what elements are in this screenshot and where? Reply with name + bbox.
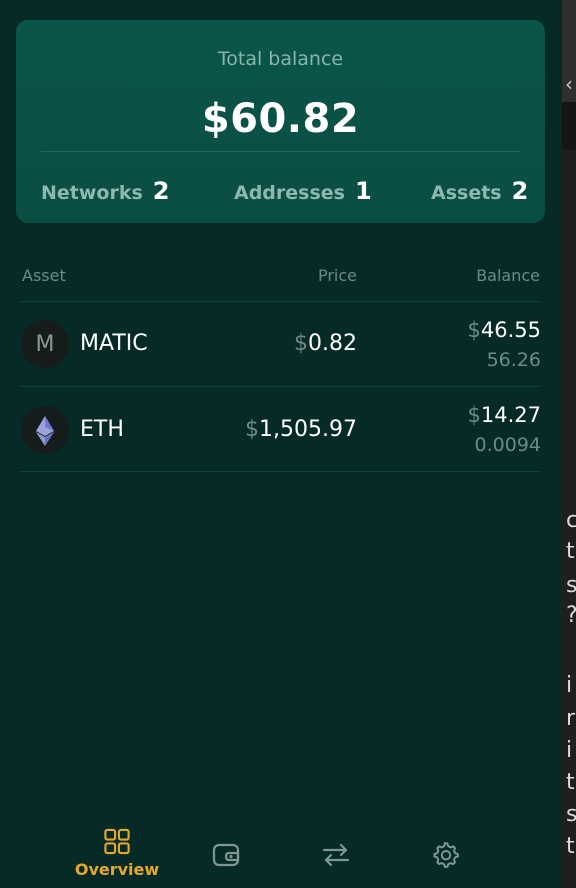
networks-label: Networks xyxy=(41,182,143,204)
assets-value: 2 xyxy=(511,177,529,205)
asset-column-header: Asset xyxy=(22,266,66,285)
eth-diamond-icon xyxy=(36,416,54,446)
chevron-left-icon[interactable]: ‹ xyxy=(565,74,573,94)
asset-balance-amount: 56.26 xyxy=(486,349,541,371)
background-window-tab xyxy=(562,102,576,150)
asset-balance-value: $46.55 xyxy=(430,318,542,342)
addresses-stat[interactable]: Addresses 1 xyxy=(234,177,372,205)
assets-label: Assets xyxy=(431,182,502,204)
price-currency: $ xyxy=(245,417,260,442)
matic-icon-letter: M xyxy=(35,331,55,357)
table-divider xyxy=(20,386,541,387)
background-text: t xyxy=(566,770,575,795)
assets-stat[interactable]: Assets 2 xyxy=(431,177,528,205)
background-text: c xyxy=(566,508,576,533)
addresses-label: Addresses xyxy=(234,182,345,204)
table-divider xyxy=(20,471,541,472)
addresses-value: 1 xyxy=(354,177,372,205)
background-window-strip: ‹ c t s ? i r i t s t xyxy=(562,0,576,888)
networks-value: 2 xyxy=(152,177,170,205)
grid-icon xyxy=(104,828,130,855)
total-balance-amount: $60.82 xyxy=(201,96,360,142)
matic-token-icon: M xyxy=(21,320,69,368)
summary-card: Total balance $60.82 Networks 2 Addresse… xyxy=(16,20,545,223)
nav-overview-label: Overview xyxy=(74,860,160,879)
price-value: 1,505.97 xyxy=(259,417,357,442)
background-text: ? xyxy=(566,605,576,627)
asset-price: $1,505.97 xyxy=(220,417,357,442)
balance-value: 46.55 xyxy=(480,318,541,342)
gear-icon xyxy=(433,842,459,868)
price-currency: $ xyxy=(294,331,309,356)
asset-price: $0.82 xyxy=(230,331,357,356)
asset-balance-amount: 0.0094 xyxy=(474,434,541,456)
eth-diamond-icon xyxy=(21,406,69,454)
background-text: i xyxy=(566,673,573,698)
table-divider xyxy=(20,301,541,302)
nav-swap[interactable] xyxy=(296,827,376,879)
balance-currency: $ xyxy=(467,403,481,427)
balance-value: 14.27 xyxy=(480,403,541,427)
nav-settings[interactable] xyxy=(405,827,485,879)
wallet-panel: Total balance $60.82 Networks 2 Addresse… xyxy=(0,0,562,888)
nav-overview[interactable]: Overview xyxy=(74,827,160,879)
networks-stat[interactable]: Networks 2 xyxy=(41,177,170,205)
background-text: i xyxy=(566,738,573,763)
asset-balance-value: $14.27 xyxy=(430,403,542,427)
background-text: t xyxy=(566,834,575,859)
summary-divider xyxy=(41,151,521,152)
price-column-header: Price xyxy=(317,266,357,285)
balance-column-header: Balance xyxy=(476,266,540,285)
background-text: t xyxy=(566,539,575,564)
total-balance-label: Total balance xyxy=(217,48,344,70)
balance-currency: $ xyxy=(467,318,481,342)
asset-symbol: ETH xyxy=(80,417,124,442)
price-value: 0.82 xyxy=(308,331,357,356)
background-text: s xyxy=(566,573,576,598)
background-text: s xyxy=(566,802,576,827)
swap-arrows-icon xyxy=(322,843,350,867)
asset-symbol: MATIC xyxy=(80,331,148,356)
wallet-icon xyxy=(212,843,240,867)
nav-wallet[interactable] xyxy=(186,827,266,879)
background-text: r xyxy=(566,706,576,731)
